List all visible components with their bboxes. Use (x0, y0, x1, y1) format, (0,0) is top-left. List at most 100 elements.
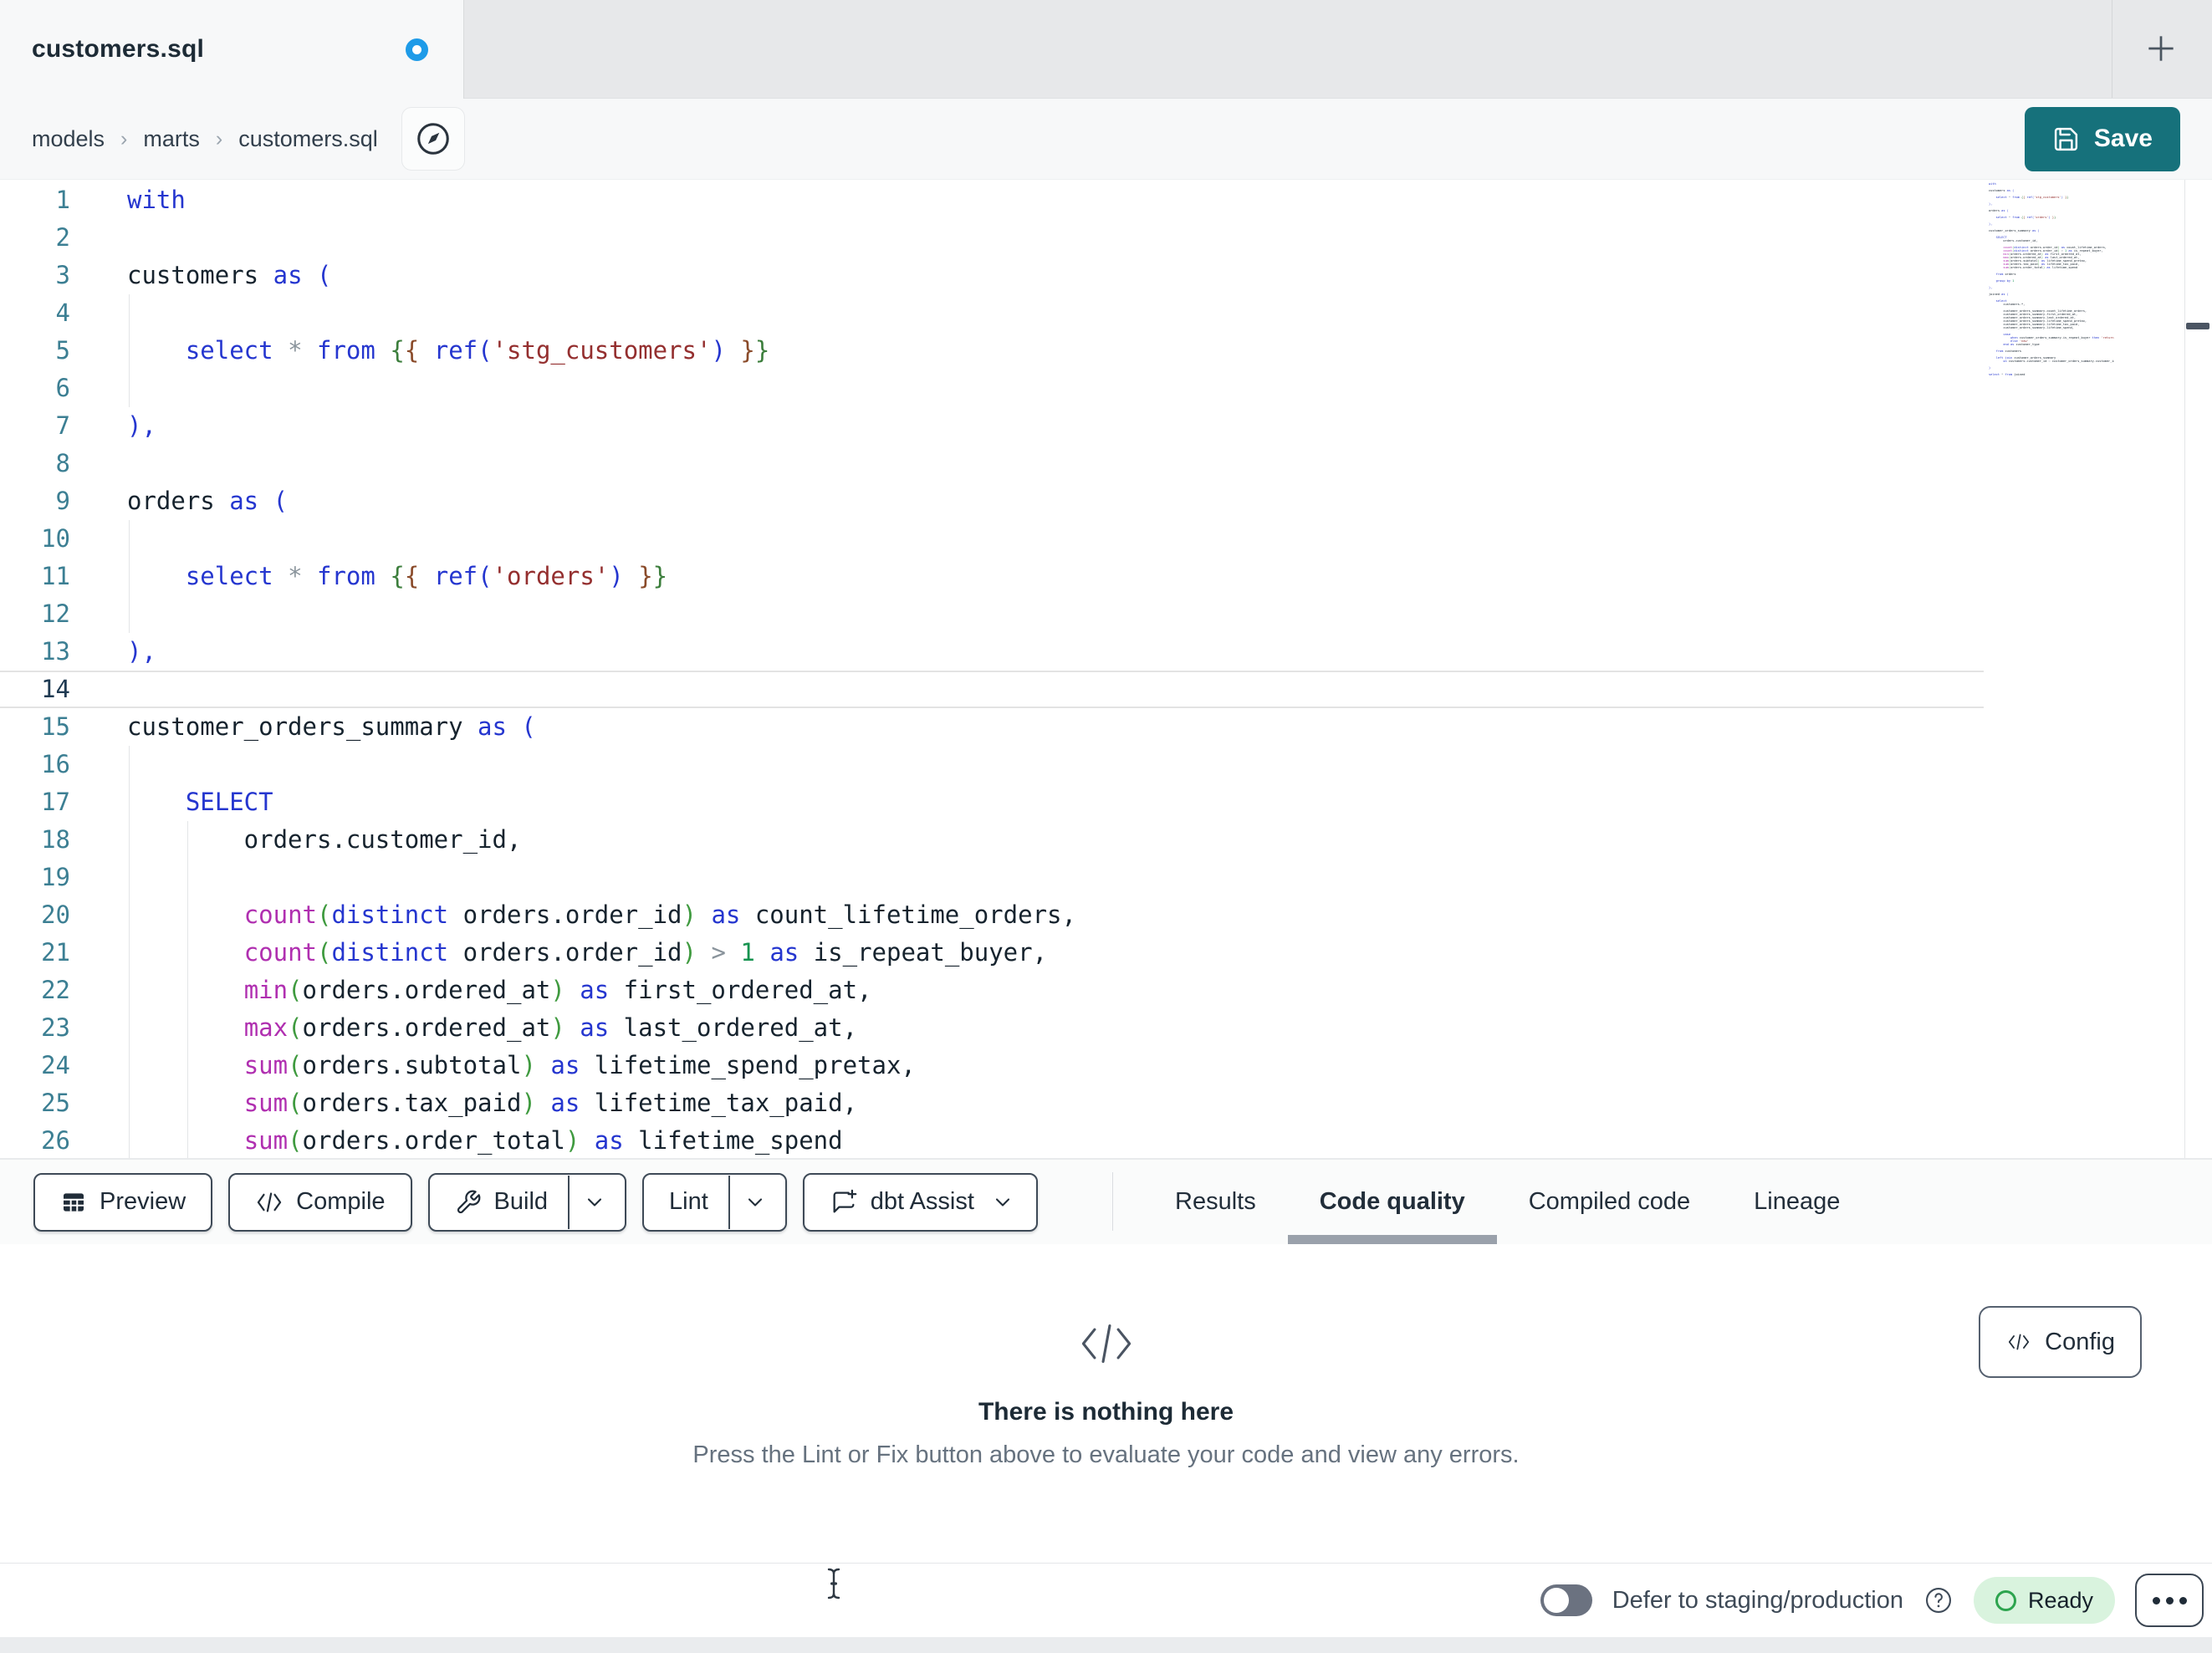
code-line[interactable]: 19 (0, 859, 2212, 896)
breadcrumb-separator: › (215, 126, 223, 151)
line-number: 4 (55, 298, 70, 327)
code-line[interactable]: 20 count(distinct orders.order_id) as co… (0, 896, 2212, 934)
code-line[interactable]: 4 (0, 294, 2212, 332)
save-button[interactable]: Save (2024, 106, 2180, 171)
line-number: 18 (41, 825, 70, 854)
code-line[interactable]: 7), (0, 407, 2212, 445)
line-number: 22 (41, 976, 70, 1004)
code-line[interactable]: 26 sum(orders.order_total) as lifetime_s… (0, 1122, 2212, 1158)
line-number: 23 (41, 1013, 70, 1042)
code-line[interactable]: 21 count(distinct orders.order_id) > 1 a… (0, 934, 2212, 972)
code-line[interactable]: 25 sum(orders.tax_paid) as lifetime_tax_… (0, 1084, 2212, 1122)
code-line[interactable]: 17 SELECT (0, 783, 2212, 821)
line-number: 6 (55, 374, 70, 402)
line-number: 15 (41, 712, 70, 741)
breadcrumb: models › marts › customers.sql (32, 126, 378, 152)
preview-label: Preview (100, 1188, 186, 1215)
code-line[interactable]: 2 (0, 219, 2212, 257)
new-tab-button[interactable] (2138, 25, 2184, 72)
code-line[interactable]: 9 orders as ( (0, 482, 2212, 520)
lint-button[interactable]: Lint (642, 1172, 787, 1232)
line-number: 20 (41, 900, 70, 929)
editor-minimap[interactable]: with customers as ( select * from {{ ref(… (1989, 182, 2114, 385)
config-button[interactable]: Config (1979, 1306, 2142, 1378)
code-line[interactable]: 11 select * from {{ ref('orders') }} (0, 558, 2212, 595)
code-editor[interactable]: 1 with 2 3 customers as ( 4 5 select * from {{… (0, 180, 2212, 1158)
ide-status-badge[interactable]: Ready (1973, 1577, 2115, 1624)
code-line[interactable]: 12 (0, 595, 2212, 633)
tab-code-quality[interactable]: Code quality (1287, 1160, 1497, 1244)
defer-label: Defer to staging/production (1612, 1586, 1903, 1614)
code-line[interactable]: 1 with (0, 181, 2212, 219)
line-number: 25 (41, 1089, 70, 1117)
line-number: 16 (41, 750, 70, 778)
line-number: 21 (41, 938, 70, 967)
code-line[interactable]: 3 customers as ( (0, 257, 2212, 294)
code-line[interactable]: 22 min(orders.ordered_at) as first_order… (0, 972, 2212, 1009)
preview-button[interactable]: Preview (33, 1172, 213, 1232)
line-number: 13 (41, 637, 70, 666)
toggle-knob (1543, 1588, 1569, 1613)
more-options-button[interactable] (2135, 1574, 2204, 1627)
breadcrumb-models[interactable]: models (32, 126, 105, 152)
chevron-down-icon (991, 1176, 1031, 1229)
tab-customers-sql[interactable]: customers.sql (0, 0, 464, 99)
scrollbar-track (2184, 180, 2185, 1158)
build-button[interactable]: Build (427, 1172, 627, 1232)
build-label: Build (493, 1188, 549, 1215)
table-icon (60, 1189, 87, 1216)
status-label: Ready (2027, 1587, 2093, 1613)
code-line[interactable]: 5 select * from {{ ref('stg_customers') … (0, 332, 2212, 370)
scrollbar-thumb[interactable] (2186, 323, 2209, 329)
line-number: 10 (41, 524, 70, 553)
build-dropdown-button[interactable] (568, 1175, 620, 1229)
tab-title: customers.sql (32, 35, 205, 63)
status-circle-icon (1995, 1589, 2016, 1611)
tab-compiled-code[interactable]: Compiled code (1497, 1160, 1722, 1244)
line-number: 1 (55, 186, 70, 214)
code-line[interactable]: 16 (0, 746, 2212, 783)
unsaved-changes-dot-icon (406, 38, 428, 61)
help-icon[interactable] (1923, 1585, 1954, 1615)
model-status-button[interactable] (401, 107, 465, 171)
line-number: 5 (55, 336, 70, 365)
line-number: 12 (41, 599, 70, 628)
line-number: 14 (41, 675, 70, 703)
dbt-cloud-ide: customers.sql models › marts › customers… (0, 0, 2212, 1653)
code-line[interactable]: 18 orders.customer_id, (0, 821, 2212, 859)
breadcrumb-marts[interactable]: marts (143, 126, 200, 152)
line-number: 11 (41, 562, 70, 590)
code-line[interactable]: 6 (0, 370, 2212, 407)
code-icon (2005, 1331, 2032, 1353)
empty-state-title: There is nothing here (978, 1398, 1234, 1426)
line-number: 2 (55, 223, 70, 252)
compile-button[interactable]: Compile (228, 1172, 412, 1232)
line-number: 9 (55, 487, 70, 515)
breadcrumb-file[interactable]: customers.sql (238, 126, 378, 152)
line-number: 26 (41, 1126, 70, 1155)
line-number: 8 (55, 449, 70, 477)
code-line[interactable]: 15 customer_orders_summary as ( (0, 708, 2212, 746)
code-line[interactable]: 10 (0, 520, 2212, 558)
code-icon (255, 1190, 284, 1215)
breadcrumb-separator: › (120, 126, 128, 151)
tab-results[interactable]: Results (1143, 1160, 1288, 1244)
toolbar-tabs-divider (1112, 1172, 1113, 1231)
code-line[interactable]: 23 max(orders.ordered_at) as last_ordere… (0, 1009, 2212, 1047)
action-bar: Preview Compile Build Lint dbt Assist Re… (0, 1158, 2212, 1244)
status-bar: Defer to staging/production Ready (0, 1563, 2212, 1637)
plus-icon (2143, 30, 2179, 67)
tab-lineage[interactable]: Lineage (1722, 1160, 1872, 1244)
chevron-down-icon (583, 1191, 606, 1214)
lint-dropdown-button[interactable] (728, 1175, 780, 1229)
editor-toolbar: Preview Compile Build Lint dbt Assist (33, 1160, 1038, 1244)
code-quality-panel: There is nothing here Press the Lint or … (0, 1244, 2212, 1563)
code-line[interactable]: 13), (0, 633, 2212, 671)
code-line[interactable]: 14 (0, 671, 1984, 708)
defer-toggle[interactable] (1540, 1584, 1592, 1616)
code-line[interactable]: 24 sum(orders.subtotal) as lifetime_spen… (0, 1047, 2212, 1084)
window-bottom-edge (0, 1637, 2212, 1653)
code-line[interactable]: 8 (0, 445, 2212, 482)
panel-tabs: Results Code quality Compiled code Linea… (1143, 1160, 1872, 1244)
dbt-assist-button[interactable]: dbt Assist (802, 1172, 1038, 1232)
